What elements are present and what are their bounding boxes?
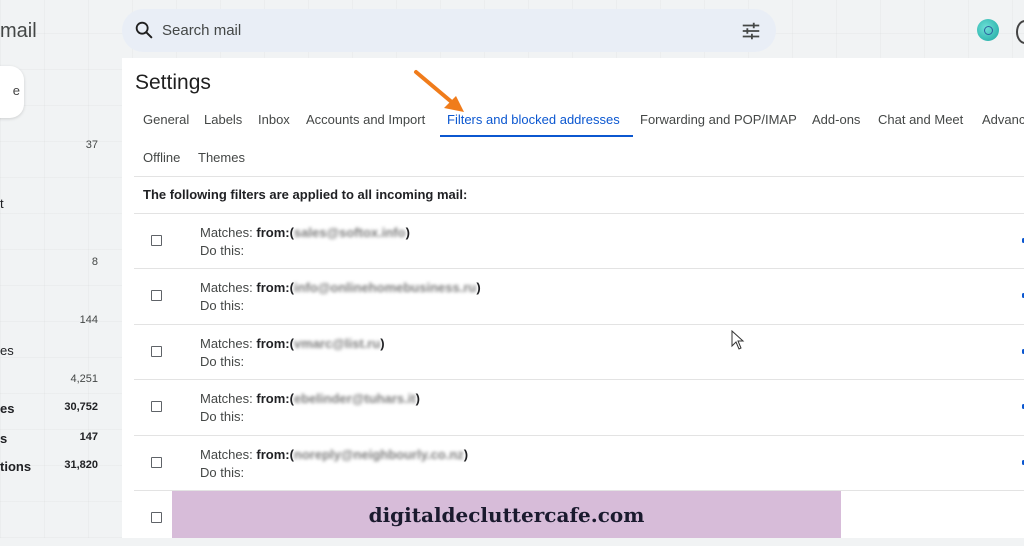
settings-tabs: General Labels Inbox Accounts and Import…: [122, 112, 1024, 144]
blurred-address: vmarc@list.ru: [293, 336, 381, 351]
filter-row: Matches: from:(noreply@neighbourly.co.nz…: [134, 435, 1024, 491]
tab-forwarding-pop-imap[interactable]: Forwarding and POP/IMAP: [640, 112, 797, 127]
sidebar-item[interactable]: tions 31,820: [0, 459, 98, 479]
tab-themes[interactable]: Themes: [198, 150, 245, 165]
compose-label: e: [12, 83, 20, 98]
gmail-logo-text: mail: [0, 20, 37, 42]
filter-action: Do this:: [200, 465, 245, 480]
filter-match: Matches: from:(ebelinder@tuhars.it): [200, 391, 421, 406]
filter-checkbox[interactable]: [151, 346, 162, 357]
page-title: Settings: [135, 71, 211, 94]
tabs-divider: [134, 176, 1024, 177]
tab-advanced[interactable]: Advanc: [982, 112, 1024, 127]
filter-checkbox[interactable]: [151, 235, 162, 246]
tab-general[interactable]: General: [143, 112, 189, 127]
tab-filters-and-blocked-addresses[interactable]: Filters and blocked addresses: [447, 112, 620, 127]
filter-action: Do this:: [200, 298, 245, 313]
active-tab-indicator: [440, 135, 633, 137]
tab-accounts-and-import[interactable]: Accounts and Import: [306, 112, 425, 127]
sidebar-item[interactable]: t: [0, 196, 98, 216]
blurred-address: noreply@neighbourly.co.nz: [293, 447, 464, 462]
tab-add-ons[interactable]: Add-ons: [812, 112, 860, 127]
sidebar-item[interactable]: 8: [0, 256, 98, 276]
tab-offline[interactable]: Offline: [143, 150, 180, 165]
sidebar-item-count: 37: [85, 139, 98, 151]
filter-match: Matches: from:(info@onlinehomebusiness.r…: [200, 280, 481, 295]
tab-inbox[interactable]: Inbox: [258, 112, 290, 127]
sidebar-item[interactable]: s 147: [0, 431, 98, 451]
compose-button[interactable]: e: [0, 66, 24, 118]
filter-row: Matches: from:(vmarc@list.ru) Do this:: [134, 324, 1024, 380]
sidebar-item[interactable]: 37: [0, 139, 98, 159]
filter-row: Matches: from:(sales@softox.info) Do thi…: [134, 213, 1024, 269]
sidebar-item[interactable]: 4,251: [0, 373, 98, 393]
sidebar-item-count: 30,752: [64, 401, 98, 413]
search-options-icon[interactable]: [740, 20, 762, 42]
watermark-text: digitaldecluttercafe.com: [368, 503, 645, 527]
watermark-banner: digitaldecluttercafe.com: [172, 491, 841, 538]
filter-match: Matches: from:(sales@softox.info): [200, 225, 410, 240]
filter-action: Do this:: [200, 409, 245, 424]
search-input[interactable]: Search mail: [162, 22, 241, 39]
sidebar-item-count: 8: [91, 256, 98, 268]
filter-row: Matches: from:(info@onlinehomebusiness.r…: [134, 268, 1024, 324]
tab-labels[interactable]: Labels: [204, 112, 242, 127]
left-navigation: mail e 37 t 8 144 es 4,251 es 30,752 s 1…: [0, 0, 122, 538]
filter-match: Matches: from:(noreply@neighbourly.co.nz…: [200, 447, 469, 462]
blurred-address: ebelinder@tuhars.it: [293, 391, 416, 406]
filter-checkbox[interactable]: [151, 512, 162, 523]
filter-checkbox[interactable]: [151, 401, 162, 412]
sidebar-item[interactable]: es: [0, 343, 98, 363]
filter-checkbox[interactable]: [151, 457, 162, 468]
filter-checkbox[interactable]: [151, 290, 162, 301]
sidebar-item-count: 147: [79, 431, 98, 443]
filter-match: Matches: from:(vmarc@list.ru): [200, 336, 385, 351]
sidebar-item-count: 144: [79, 314, 98, 326]
blurred-address: info@onlinehomebusiness.ru: [293, 280, 477, 295]
search-icon[interactable]: [133, 19, 155, 41]
sidebar-item[interactable]: es 30,752: [0, 401, 98, 421]
sidebar-item-count: 4,251: [70, 373, 98, 385]
settings-panel: Settings General Labels Inbox Accounts a…: [122, 58, 1024, 538]
sidebar-item[interactable]: 144: [0, 314, 98, 334]
annotation-arrow-icon: [414, 70, 464, 112]
filters-intro-text: The following filters are applied to all…: [143, 187, 468, 202]
account-avatar[interactable]: [977, 19, 999, 41]
sidebar-item-count: 31,820: [64, 459, 98, 471]
filter-action: Do this:: [200, 354, 245, 369]
tab-chat-and-meet[interactable]: Chat and Meet: [878, 112, 963, 127]
search-bar[interactable]: Search mail: [122, 9, 776, 52]
mouse-cursor-icon: [731, 330, 745, 350]
blurred-address: sales@softox.info: [293, 225, 406, 240]
filter-row: Matches: from:(ebelinder@tuhars.it) Do t…: [134, 379, 1024, 435]
filter-action: Do this:: [200, 243, 245, 258]
